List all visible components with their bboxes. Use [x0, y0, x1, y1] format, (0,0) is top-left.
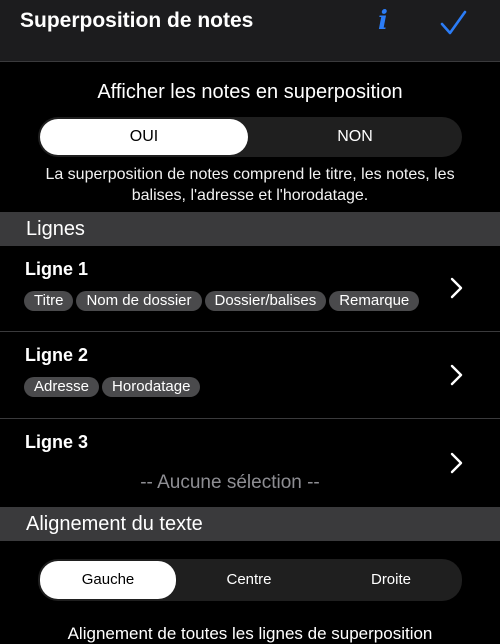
tag-chip: Adresse	[24, 377, 100, 397]
alignment-option-droite[interactable]: Droite	[322, 561, 460, 599]
line-row-3[interactable]: Ligne 3 -- Aucune sélection --	[0, 419, 500, 507]
info-icon[interactable]: i	[372, 4, 394, 38]
line-row-title: Ligne 2	[25, 345, 89, 365]
tag-chip: Remarque	[329, 291, 420, 311]
chevron-right-icon	[450, 364, 463, 386]
line-row-1[interactable]: Ligne 1 Titre Nom de dossier Dossier/balis…	[0, 246, 500, 332]
toggle-option-non[interactable]: NON	[250, 119, 460, 155]
line-row-title: Ligne 3	[25, 432, 89, 452]
section-header-lignes: Lignes	[0, 212, 500, 246]
chevron-right-icon	[450, 452, 463, 474]
tag-chip: Nom de dossier	[76, 291, 202, 311]
overlay-description: La superposition de notes comprend le ti…	[45, 166, 455, 204]
alignment-option-gauche[interactable]: Gauche	[40, 561, 176, 599]
tag-chip: Horodatage	[102, 377, 201, 397]
line-row-title: Ligne 1	[25, 259, 89, 279]
section-header-alignement: Alignement du texte	[0, 507, 500, 541]
toggle-option-oui[interactable]: OUI	[40, 119, 248, 155]
navigation-header: Superposition de notes i	[0, 0, 500, 62]
overlay-setting-title: Afficher les notes en superposition	[97, 81, 403, 103]
page-title: Superposition de notes	[20, 9, 254, 32]
alignment-description: Alignement de toutes les lignes de super…	[67, 624, 433, 643]
alignment-option-centre[interactable]: Centre	[180, 561, 318, 599]
no-selection-text: -- Aucune sélection --	[140, 472, 320, 493]
line-row-tags: Adresse Horodatage	[24, 377, 444, 402]
tag-chip: Dossier/balises	[204, 291, 327, 311]
overlay-toggle: OUI NON	[38, 117, 462, 157]
line-row-tags: Titre Nom de dossier Dossier/balises Remarq…	[24, 291, 444, 316]
tag-chip: Titre	[24, 291, 74, 311]
line-row-2[interactable]: Ligne 2 Adresse Horodatage	[0, 332, 500, 419]
alignment-segmented-control: Gauche Centre Droite	[38, 559, 462, 601]
checkmark-icon[interactable]	[438, 8, 468, 38]
chevron-right-icon	[450, 277, 463, 299]
